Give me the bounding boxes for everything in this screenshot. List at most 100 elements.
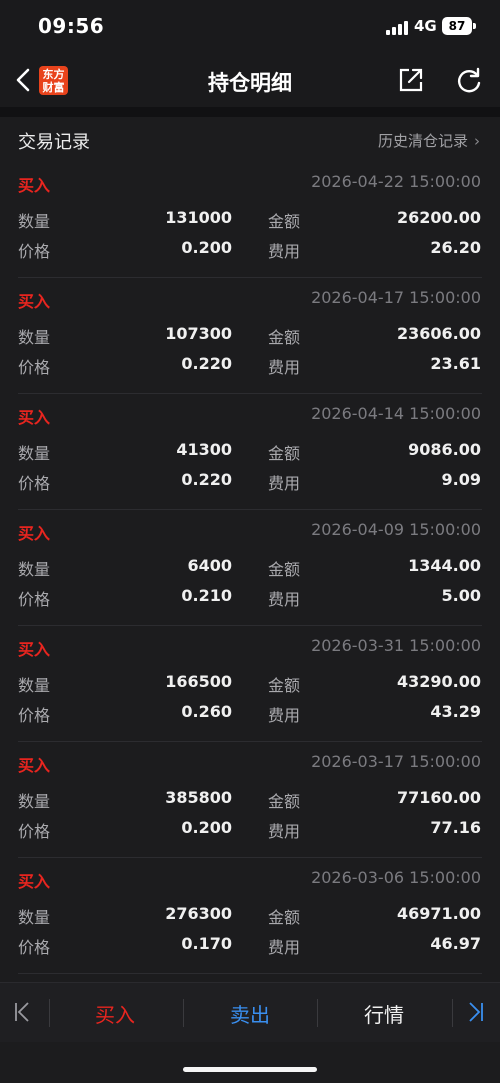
skip-last-icon[interactable]: [464, 999, 486, 1025]
fee-value: 9.09: [441, 470, 481, 489]
toolbar-separator: [49, 999, 50, 1027]
price-value: 0.220: [181, 470, 232, 489]
amount-value: 1344.00: [408, 556, 481, 575]
quantity-value: 385800: [165, 788, 232, 807]
trade-type: 买入: [18, 756, 51, 775]
price-value: 0.170: [181, 934, 232, 953]
quantity-value: 131000: [165, 208, 232, 227]
share-icon[interactable]: [398, 67, 424, 93]
trade-datetime: 2026-04-22 15:00:00: [311, 172, 481, 191]
price-label: 价格: [18, 242, 51, 261]
quantity-value: 41300: [176, 440, 232, 459]
trade-record[interactable]: 买入 2026-04-14 15:00:00 数量 41300 金额 9086.…: [0, 394, 500, 510]
trade-record[interactable]: 买入 2026-03-17 15:00:00 数量 385800 金额 7716…: [0, 742, 500, 858]
nav-bar: 东方 财富 持仓明细: [0, 55, 500, 107]
fee-label: 费用: [268, 358, 301, 377]
toolbar-separator: [317, 999, 318, 1027]
network-type: 4G: [414, 17, 437, 35]
status-bar: 09:56 4G 87: [0, 0, 500, 55]
trade-record[interactable]: 买入 2026-04-22 15:00:00 数量 131000 金额 2620…: [0, 162, 500, 278]
fee-value: 77.16: [430, 818, 481, 837]
status-time: 09:56: [38, 14, 105, 38]
trade-datetime: 2026-04-14 15:00:00: [311, 404, 481, 423]
toolbar-separator: [452, 999, 453, 1027]
signal-icon: [386, 21, 408, 35]
bottom-toolbar: 买入 卖出 行情: [0, 982, 500, 1042]
quantity-value: 276300: [165, 904, 232, 923]
refresh-icon[interactable]: [455, 67, 483, 95]
amount-value: 26200.00: [396, 208, 481, 227]
trade-type: 买入: [18, 524, 51, 543]
trade-type: 买入: [18, 176, 51, 195]
battery-tip: [473, 23, 476, 29]
trade-record[interactable]: 买入 2026-04-09 15:00:00 数量 6400 金额 1344.0…: [0, 510, 500, 626]
history-link-label: 历史清仓记录: [377, 132, 468, 150]
amount-value: 77160.00: [396, 788, 481, 807]
amount-value: 46971.00: [396, 904, 481, 923]
section-title: 交易记录: [18, 132, 90, 153]
quantity-label: 数量: [18, 444, 51, 463]
price-label: 价格: [18, 474, 51, 493]
fee-label: 费用: [268, 590, 301, 609]
trade-type: 买入: [18, 292, 51, 311]
trade-type: 买入: [18, 640, 51, 659]
amount-label: 金额: [268, 212, 301, 231]
quote-button[interactable]: 行情: [324, 999, 444, 1028]
quantity-label: 数量: [18, 792, 51, 811]
trade-datetime: 2026-03-17 15:00:00: [311, 752, 481, 771]
trade-datetime: 2026-04-17 15:00:00: [311, 288, 481, 307]
quantity-label: 数量: [18, 908, 51, 927]
buy-button[interactable]: 买入: [55, 999, 175, 1028]
page-title: 持仓明细: [208, 71, 292, 95]
home-indicator[interactable]: [183, 1067, 317, 1072]
quantity-label: 数量: [18, 212, 51, 231]
fee-label: 费用: [268, 242, 301, 261]
chevron-right-icon: ›: [474, 132, 480, 150]
price-value: 0.220: [181, 354, 232, 373]
toolbar-separator: [183, 999, 184, 1027]
quantity-value: 6400: [187, 556, 232, 575]
fee-label: 费用: [268, 938, 301, 957]
trade-record[interactable]: 买入 2026-03-31 15:00:00 数量 166500 金额 4329…: [0, 626, 500, 742]
fee-value: 23.61: [430, 354, 481, 373]
quantity-label: 数量: [18, 560, 51, 579]
price-label: 价格: [18, 590, 51, 609]
trade-record[interactable]: 买入 2026-04-17 15:00:00 数量 107300 金额 2360…: [0, 278, 500, 394]
trade-type: 买入: [18, 872, 51, 891]
divider: [0, 107, 500, 117]
trade-type: 买入: [18, 408, 51, 427]
price-label: 价格: [18, 706, 51, 725]
amount-value: 23606.00: [396, 324, 481, 343]
amount-value: 43290.00: [396, 672, 481, 691]
fee-value: 26.20: [430, 238, 481, 257]
fee-value: 46.97: [430, 934, 481, 953]
trade-datetime: 2026-03-06 15:00:00: [311, 868, 481, 887]
amount-label: 金额: [268, 676, 301, 695]
quantity-label: 数量: [18, 676, 51, 695]
price-value: 0.260: [181, 702, 232, 721]
row-divider: [18, 973, 482, 974]
amount-label: 金额: [268, 792, 301, 811]
quantity-value: 107300: [165, 324, 232, 343]
fee-label: 费用: [268, 822, 301, 841]
price-label: 价格: [18, 358, 51, 377]
battery-icon: 87: [442, 17, 472, 35]
trade-record[interactable]: 买入 2026-03-06 15:00:00 数量 276300 金额 4697…: [0, 858, 500, 974]
home-area: [0, 1042, 500, 1083]
amount-label: 金额: [268, 328, 301, 347]
fee-label: 费用: [268, 706, 301, 725]
price-value: 0.200: [181, 238, 232, 257]
history-clearance-link[interactable]: 历史清仓记录 ›: [378, 130, 480, 151]
fee-value: 43.29: [430, 702, 481, 721]
skip-first-icon[interactable]: [12, 999, 34, 1025]
amount-label: 金额: [268, 560, 301, 579]
section-header: 交易记录 历史清仓记录 ›: [0, 117, 500, 162]
sell-button[interactable]: 卖出: [190, 999, 310, 1028]
price-value: 0.200: [181, 818, 232, 837]
price-value: 0.210: [181, 586, 232, 605]
fee-label: 费用: [268, 474, 301, 493]
amount-label: 金额: [268, 444, 301, 463]
price-label: 价格: [18, 938, 51, 957]
quantity-label: 数量: [18, 328, 51, 347]
price-label: 价格: [18, 822, 51, 841]
